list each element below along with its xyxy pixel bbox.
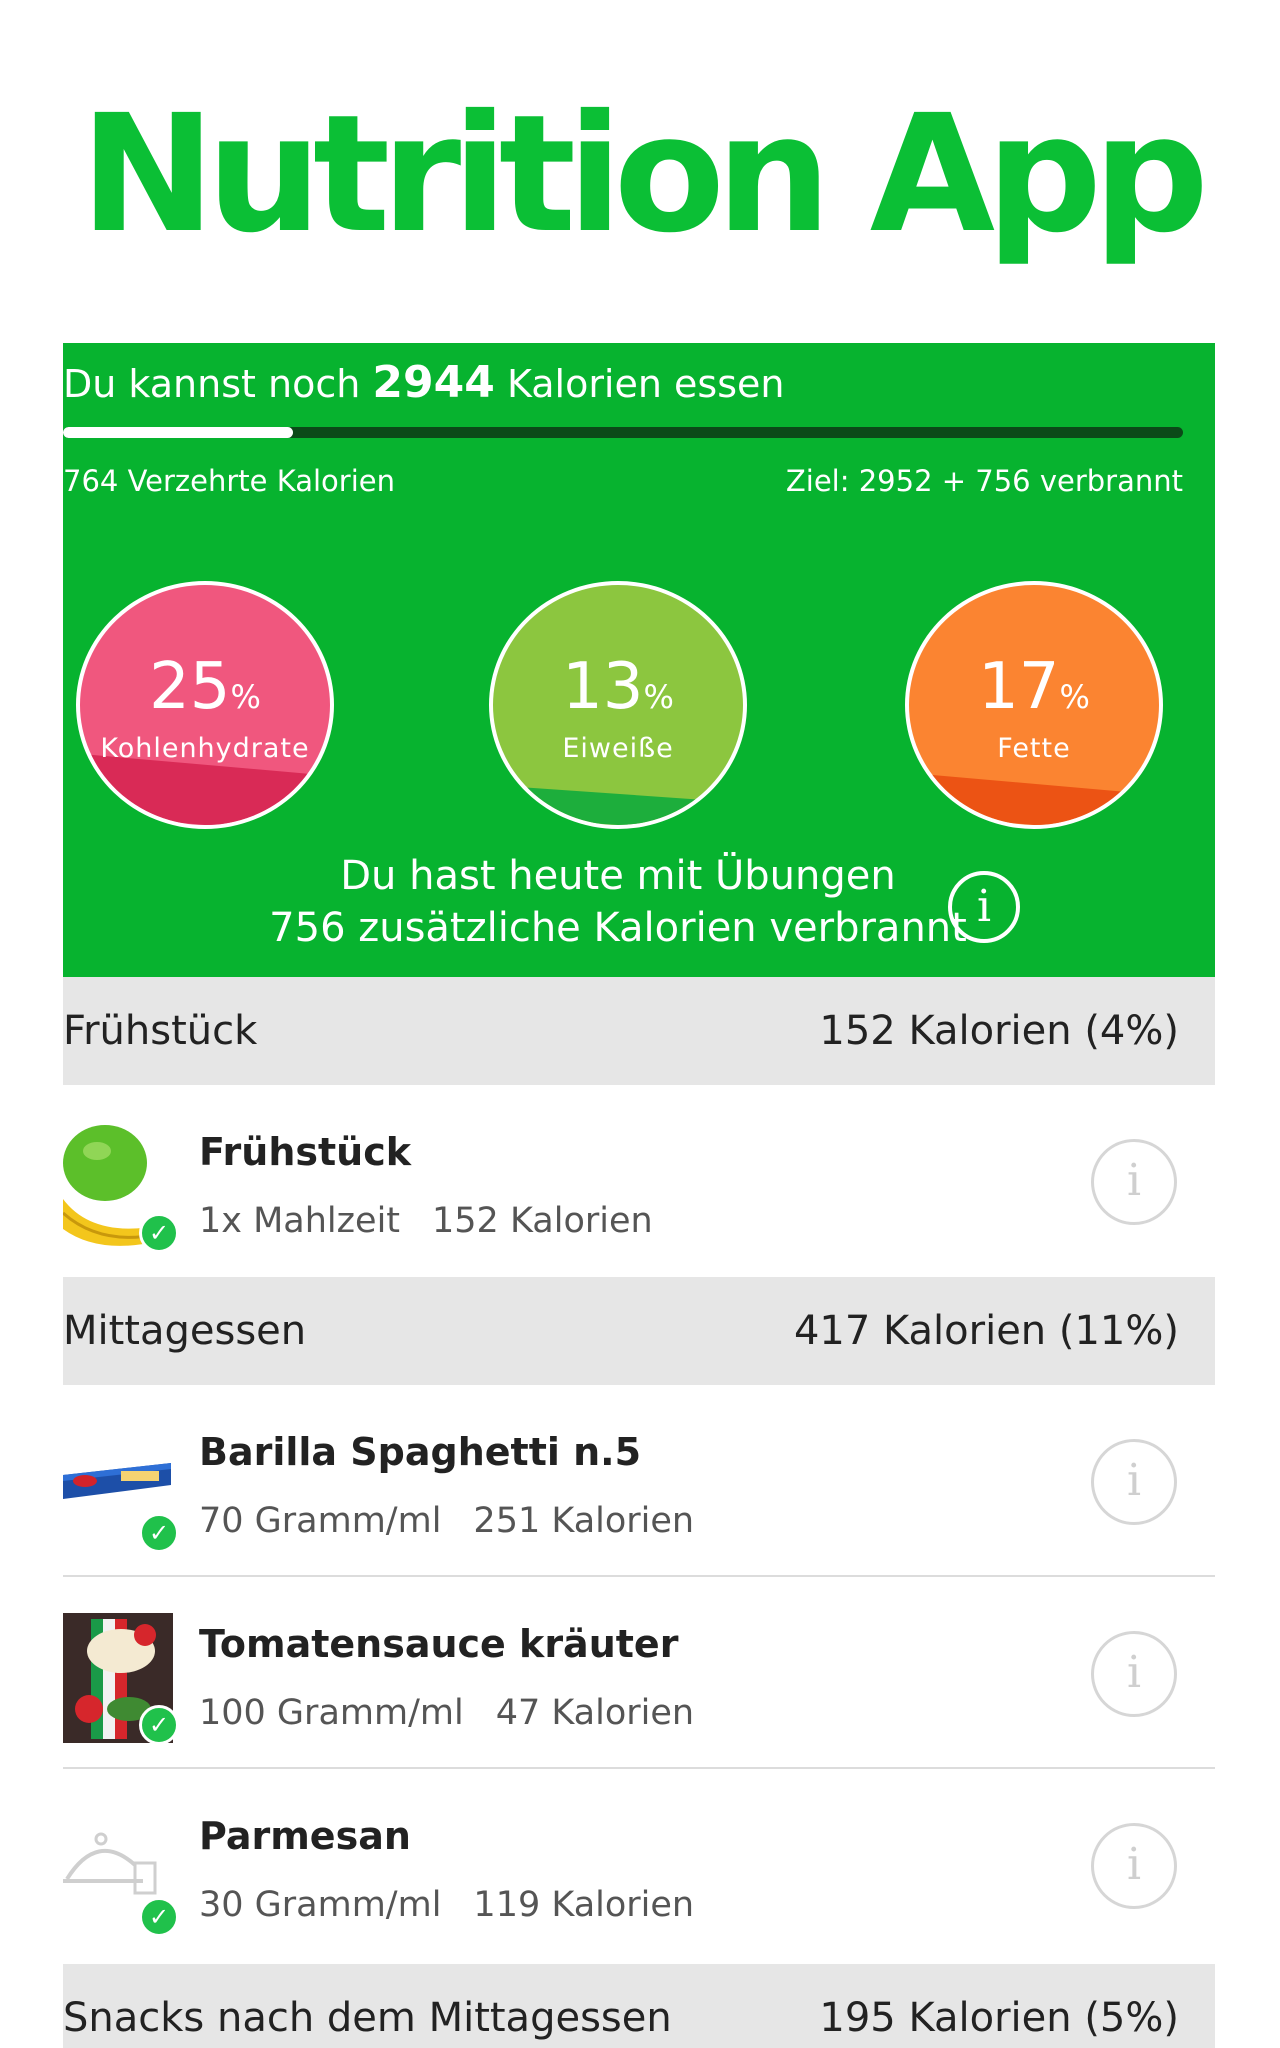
calorie-progress-bar <box>63 427 1183 438</box>
protein-label: Eiweiße <box>562 733 674 764</box>
food-quantity: 30 Gramm/ml 119 Kalorien <box>199 1885 695 1925</box>
fat-circle[interactable]: 17% Fette <box>905 581 1163 829</box>
food-row-breakfast[interactable]: ✓ Frühstück 1x Mahlzeit 152 Kalorien i <box>63 1085 1215 1277</box>
section-calories: 417 Kalorien (11%) <box>793 1308 1179 1354</box>
protein-percent: 13% <box>562 650 674 724</box>
food-calories: 47 Kalorien <box>495 1693 695 1733</box>
calorie-goal: Ziel: 2952 + 756 verbrannt <box>785 464 1183 498</box>
food-row-spaghetti[interactable]: ✓ Barilla Spaghetti n.5 70 Gramm/ml 251 K… <box>63 1385 1215 1577</box>
exercise-calories-text: Du hast heute mit Übungen 756 zusätzlich… <box>269 853 967 951</box>
fat-percent: 17% <box>978 650 1090 724</box>
info-icon[interactable]: i <box>1091 1631 1177 1717</box>
food-quantity: 70 Gramm/ml 251 Kalorien <box>199 1501 695 1541</box>
checkmark-icon: ✓ <box>139 1213 179 1253</box>
remaining-prefix: Du kannst noch <box>63 362 361 406</box>
app-title: Nutrition App <box>79 81 1209 269</box>
carbs-circle[interactable]: 25% Kohlenhydrate <box>76 581 334 829</box>
food-row-tomato-sauce[interactable]: ✓ Tomatensauce kräuter 100 Gramm/ml 47 Ka… <box>63 1577 1215 1769</box>
fat-label: Fette <box>997 733 1071 764</box>
remaining-value: 2944 <box>372 357 495 408</box>
section-calories: 195 Kalorien (5%) <box>819 1995 1179 2041</box>
section-calories: 152 Kalorien (4%) <box>819 1008 1179 1054</box>
food-quantity: 1x Mahlzeit 152 Kalorien <box>199 1201 653 1241</box>
info-icon[interactable]: i <box>1091 1139 1177 1225</box>
food-name: Barilla Spaghetti n.5 <box>199 1430 642 1474</box>
info-icon[interactable]: i <box>1091 1823 1177 1909</box>
food-name: Tomatensauce kräuter <box>199 1622 679 1666</box>
food-calories: 251 Kalorien <box>473 1501 695 1541</box>
calorie-summary-panel: Du kannst noch 2944 Kalorien essen 764 V… <box>63 343 1215 977</box>
food-name: Parmesan <box>199 1814 411 1858</box>
remaining-calories-text: Du kannst noch 2944 Kalorien essen <box>63 355 784 412</box>
fat-fill <box>909 772 1159 825</box>
food-calories: 119 Kalorien <box>473 1885 695 1925</box>
info-icon[interactable]: i <box>948 871 1020 943</box>
food-name: Frühstück <box>199 1130 412 1174</box>
section-name: Mittagessen <box>63 1308 307 1354</box>
carbs-label: Kohlenhydrate <box>100 733 310 764</box>
checkmark-icon: ✓ <box>139 1513 179 1553</box>
consumed-calories: 764 Verzehrte Kalorien <box>63 464 395 498</box>
protein-fill <box>493 784 743 825</box>
info-icon[interactable]: i <box>1091 1439 1177 1525</box>
food-calories: 152 Kalorien <box>432 1201 653 1241</box>
calorie-progress-fill <box>63 427 293 438</box>
checkmark-icon: ✓ <box>139 1897 179 1937</box>
carbs-percent: 25% <box>149 650 261 724</box>
section-header-breakfast[interactable]: Frühstück 152 Kalorien (4%) <box>63 977 1215 1085</box>
protein-circle[interactable]: 13% Eiweiße <box>489 581 747 829</box>
checkmark-icon: ✓ <box>139 1705 179 1745</box>
food-row-parmesan[interactable]: ✓ Parmesan 30 Gramm/ml 119 Kalorien i <box>63 1769 1215 1961</box>
remaining-suffix: Kalorien essen <box>506 362 785 406</box>
section-name: Frühstück <box>63 1008 258 1054</box>
section-header-lunch[interactable]: Mittagessen 417 Kalorien (11%) <box>63 1277 1215 1385</box>
section-header-snacks[interactable]: Snacks nach dem Mittagessen 195 Kalorien… <box>63 1964 1215 2048</box>
food-quantity: 100 Gramm/ml 47 Kalorien <box>199 1693 695 1733</box>
section-name: Snacks nach dem Mittagessen <box>63 1995 672 2041</box>
